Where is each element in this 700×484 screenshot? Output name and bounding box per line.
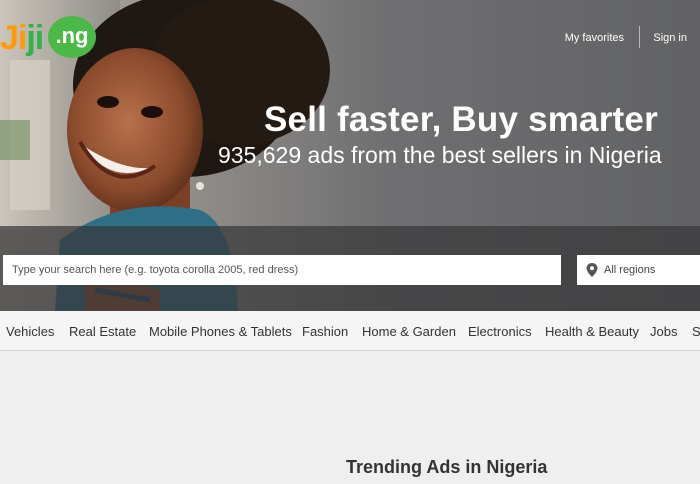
category-services[interactable]: S [692, 324, 700, 339]
hero-title: Sell faster, Buy smarter [264, 100, 658, 139]
category-fashion[interactable]: Fashion [302, 324, 348, 339]
trending-ads-heading: Trending Ads in Nigeria [346, 457, 548, 477]
category-real-estate[interactable]: Real Estate [69, 324, 136, 339]
hero-banner: Jiji .ng My favorites Sign in Sell faste… [0, 0, 700, 311]
logo-badge: .ng [48, 16, 96, 58]
category-vehicles[interactable]: Vehicles [6, 324, 54, 339]
search-input[interactable] [3, 255, 561, 285]
my-favorites-link[interactable]: My favorites [565, 31, 624, 45]
category-electronics[interactable]: Electronics [468, 324, 532, 339]
jiji-logo[interactable]: Jiji .ng [0, 14, 100, 62]
region-select[interactable]: All regions [577, 255, 700, 285]
hero-subtitle: 935,629 ads from the best sellers in Nig… [218, 142, 662, 168]
category-jobs[interactable]: Jobs [650, 324, 677, 339]
region-label: All regions [604, 264, 656, 276]
category-bar: Vehicles Real Estate Mobile Phones & Tab… [0, 311, 700, 351]
category-health-beauty[interactable]: Health & Beauty [545, 324, 639, 339]
header-divider [639, 26, 640, 48]
map-pin-icon [586, 263, 598, 277]
logo-suffix: .ng [55, 23, 89, 48]
category-mobile-phones-tablets[interactable]: Mobile Phones & Tablets [149, 324, 292, 339]
category-home-garden[interactable]: Home & Garden [362, 324, 456, 339]
logo-wordmark: Jiji [0, 19, 44, 57]
sign-in-link[interactable]: Sign in [653, 31, 687, 45]
